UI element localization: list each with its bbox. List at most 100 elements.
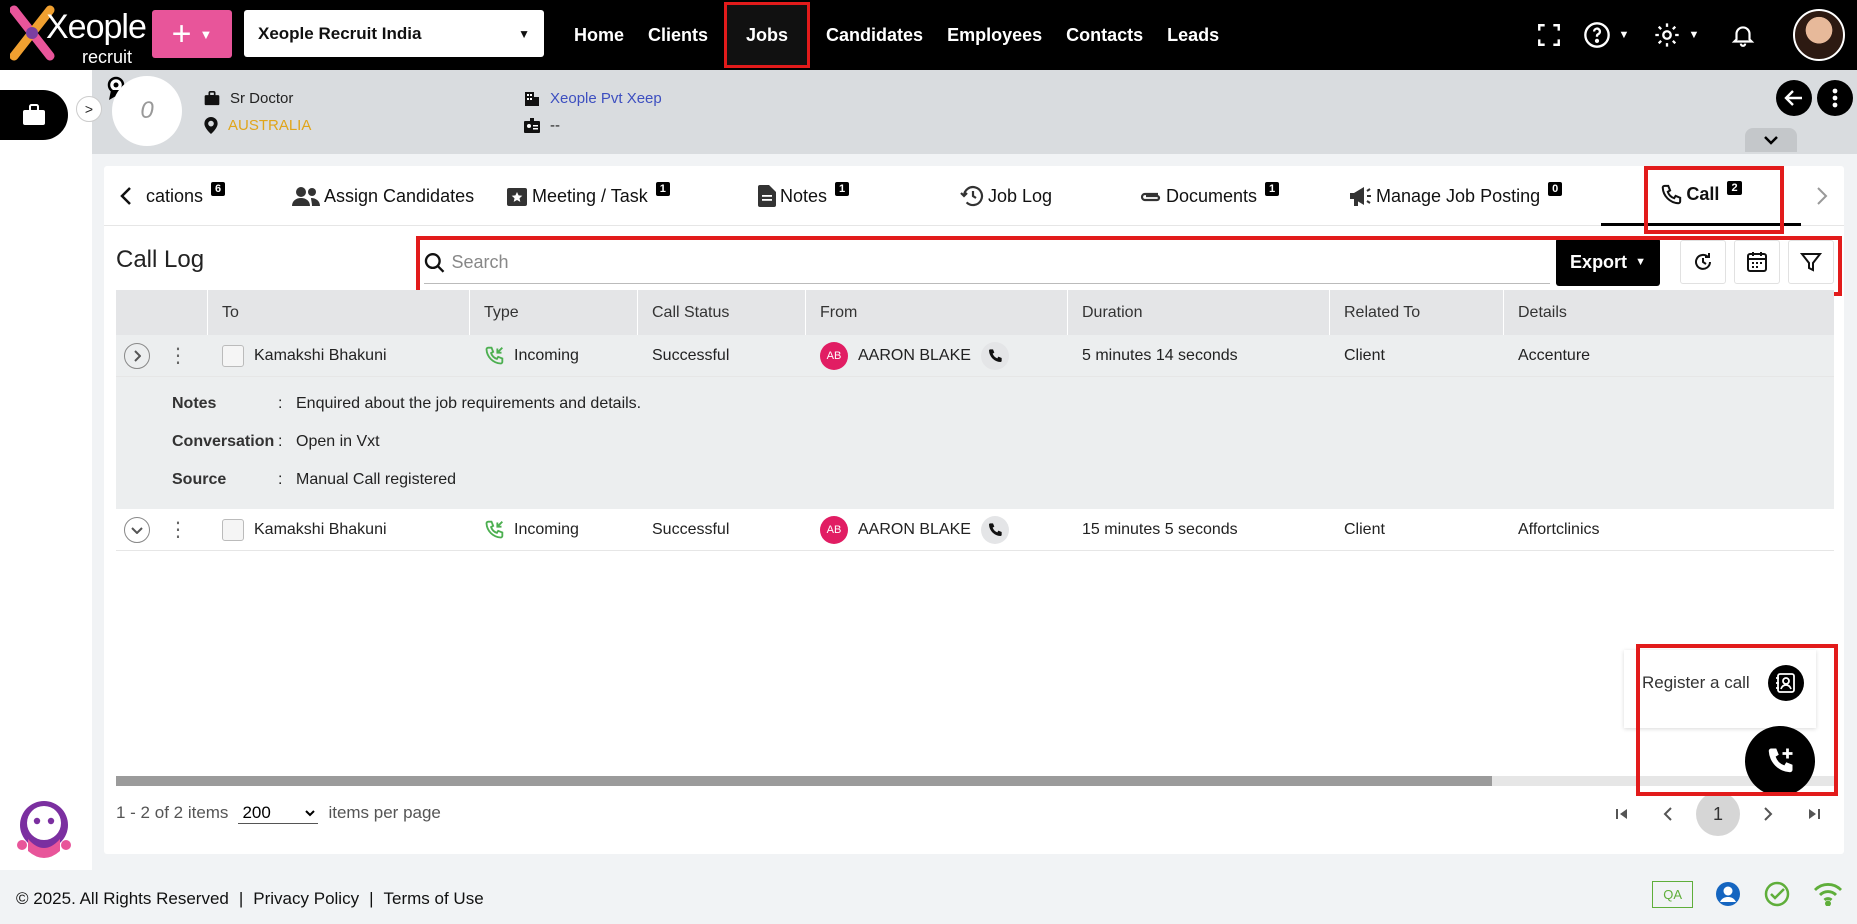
row-details-panel: Notes : Enquired about the job requireme… — [116, 377, 1834, 509]
table-header: To Type Call Status From Duration Relate… — [116, 290, 1834, 335]
expand-sidebar-button[interactable]: > — [76, 96, 102, 122]
cell-from[interactable]: AARON BLAKE — [858, 347, 971, 365]
cell-related-to: Client — [1344, 346, 1385, 364]
cell-details[interactable]: Accenture — [1518, 347, 1590, 365]
highlight-register-call — [1636, 644, 1838, 796]
highlight-call-tab — [1644, 166, 1784, 234]
chevron-right-icon — [134, 349, 141, 362]
check-circle-icon — [1764, 881, 1790, 907]
table-row[interactable]: ⋮ Kamakshi Bhakuni Incoming Successful A… — [116, 509, 1834, 551]
nav-jobs[interactable]: Jobs — [724, 2, 811, 68]
incoming-call-icon — [485, 520, 504, 538]
header-type[interactable]: Type — [470, 290, 638, 335]
company-select-value: Xeople Recruit India — [258, 23, 422, 43]
tab-documents[interactable]: Documents 1 — [1138, 166, 1280, 226]
brand-name: Xeople — [46, 8, 147, 46]
main-nav: Home Clients Jobs Candidates Employees C… — [562, 0, 1231, 70]
row-menu-kebab-icon[interactable]: ⋮ — [168, 520, 188, 540]
pager-summary-text: 1 - 2 of 2 items — [116, 803, 229, 822]
location-pin-icon — [204, 117, 218, 134]
tab-applications[interactable]: cations 6 — [146, 166, 226, 226]
table-row[interactable]: ⋮ Kamakshi Bhakuni Incoming Successful A… — [116, 335, 1834, 377]
caret-down-icon: ▼ — [518, 26, 530, 41]
notification-bell-icon[interactable] — [1711, 22, 1775, 48]
cell-to[interactable]: Kamakshi Bhakuni — [254, 521, 387, 539]
xeople-logo[interactable]: Xeople recruit — [8, 2, 147, 68]
last-page-icon[interactable] — [1796, 796, 1832, 832]
call-from-button[interactable] — [980, 515, 1009, 544]
header-related-to[interactable]: Related To — [1330, 290, 1504, 335]
next-page-icon[interactable] — [1750, 796, 1786, 832]
nav-home[interactable]: Home — [562, 2, 636, 68]
nav-employees[interactable]: Employees — [935, 2, 1054, 68]
nav-leads[interactable]: Leads — [1155, 2, 1231, 68]
pager-nav: 1 — [1604, 792, 1832, 836]
job-location-row: AUSTRALIA — [204, 117, 311, 134]
tab-assign-candidates[interactable]: Assign Candidates — [292, 166, 474, 226]
privacy-policy-link[interactable]: Privacy Policy — [253, 889, 359, 909]
horizontal-scrollbar[interactable] — [116, 776, 1834, 786]
tab-meeting-task[interactable]: Meeting / Task 1 — [506, 166, 670, 226]
tab-count-badge: 1 — [655, 182, 670, 196]
nav-contacts[interactable]: Contacts — [1054, 2, 1155, 68]
caret-down-icon: ▼ — [199, 26, 213, 42]
back-button[interactable] — [1776, 80, 1812, 116]
terms-of-use-link[interactable]: Terms of Use — [384, 889, 484, 909]
tab-label: cations — [146, 185, 204, 206]
call-from-button[interactable] — [980, 341, 1009, 370]
row-expand-toggle[interactable] — [124, 516, 150, 543]
settings-gear-icon[interactable]: ▼ — [1641, 21, 1711, 49]
detail-notes: Notes : Enquired about the job requireme… — [116, 385, 1834, 423]
briefcase-icon — [23, 104, 45, 125]
detail-colon: : — [278, 471, 283, 488]
caret-down-icon: ▼ — [1618, 29, 1630, 41]
header-call-status[interactable]: Call Status — [638, 290, 806, 335]
job-company-link[interactable]: Xeople Pvt Xeep — [550, 90, 662, 107]
footer-status: QA — [1652, 880, 1843, 908]
prev-page-icon[interactable] — [1650, 796, 1686, 832]
footer-copyright: © 2025. All Rights Reserved — [16, 889, 229, 908]
header-from[interactable]: From — [806, 290, 1068, 335]
cell-type: Incoming — [514, 520, 579, 538]
wifi-signal-icon — [1813, 883, 1843, 906]
first-page-icon[interactable] — [1604, 796, 1640, 832]
row-expand-toggle[interactable] — [124, 342, 150, 369]
tabs-scroll-left[interactable] — [104, 166, 148, 226]
job-tabs: cations 6 Assign Candidates Meeting / Ta… — [104, 166, 1844, 226]
cell-from[interactable]: AARON BLAKE — [858, 521, 971, 539]
current-page[interactable]: 1 — [1696, 792, 1740, 836]
footer-separator: | — [369, 889, 374, 908]
quick-add-button[interactable]: + ▼ — [152, 10, 232, 58]
collapse-header-button[interactable] — [1745, 128, 1797, 152]
tab-manage-job-posting[interactable]: Manage Job Posting 0 — [1348, 166, 1563, 226]
contact-image-placeholder — [222, 344, 244, 367]
user-avatar[interactable] — [1793, 9, 1845, 61]
detail-value-link[interactable]: Open in Vxt — [296, 433, 380, 451]
assistant-mascot-icon[interactable] — [14, 795, 74, 863]
help-icon[interactable]: ▼ — [1571, 21, 1641, 49]
tab-notes[interactable]: Notes 1 — [758, 166, 850, 226]
from-avatar-badge: AB — [820, 341, 848, 370]
tab-job-log[interactable]: Job Log — [960, 166, 1052, 226]
scrollbar-thumb[interactable] — [116, 776, 1492, 786]
more-options-button[interactable] — [1817, 80, 1853, 116]
cell-to[interactable]: Kamakshi Bhakuni — [254, 347, 387, 365]
job-id-row: -- — [524, 117, 560, 134]
tab-count-badge: 1 — [835, 182, 850, 196]
rail-jobs-tab[interactable] — [0, 90, 68, 140]
tabs-scroll-right[interactable] — [1800, 166, 1844, 226]
nav-clients[interactable]: Clients — [636, 2, 720, 68]
fullscreen-icon[interactable] — [1527, 22, 1571, 48]
header-duration[interactable]: Duration — [1068, 290, 1330, 335]
company-select[interactable]: Xeople Recruit India ▼ — [244, 10, 544, 57]
nav-candidates[interactable]: Candidates — [814, 2, 935, 68]
header-to[interactable]: To — [208, 290, 470, 335]
job-company-row[interactable]: Xeople Pvt Xeep — [524, 90, 662, 107]
header-details[interactable]: Details — [1504, 290, 1634, 335]
detail-conversation: Conversation : Open in Vxt — [116, 423, 1834, 461]
page-size-select[interactable]: 200 — [238, 802, 319, 824]
row-menu-kebab-icon[interactable]: ⋮ — [168, 346, 188, 366]
user-circle-icon[interactable] — [1715, 881, 1741, 907]
cell-details[interactable]: Affortclinics — [1518, 521, 1600, 539]
cell-call-status: Successful — [652, 346, 730, 364]
